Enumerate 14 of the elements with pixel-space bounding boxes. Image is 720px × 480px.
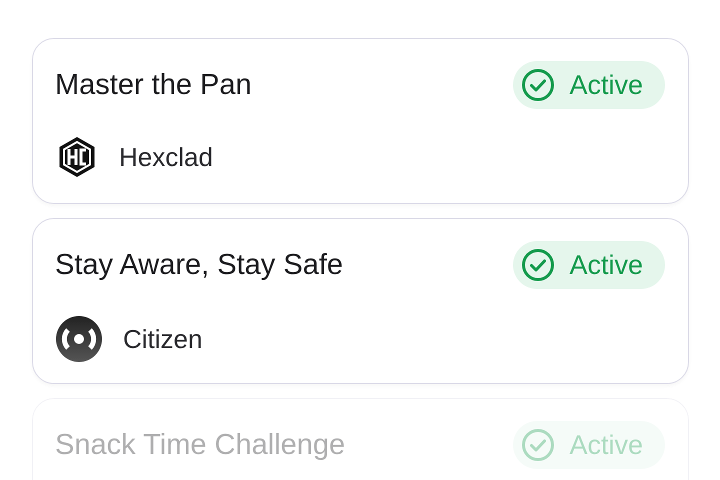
status-badge: Active (513, 61, 665, 109)
card-title: Stay Aware, Stay Safe (55, 248, 344, 282)
check-circle-icon (521, 248, 556, 282)
brand-name: Hexclad (119, 142, 213, 172)
circle-logo-icon (55, 315, 103, 363)
status-badge: Active (513, 421, 665, 469)
card-title: Snack Time Challenge (55, 428, 346, 462)
check-circle-icon (521, 428, 556, 462)
campaign-card[interactable]: Stay Aware, Stay Safe Active Citizen (32, 218, 689, 384)
check-circle-icon (521, 68, 556, 102)
status-badge: Active (513, 241, 665, 289)
brand-name: Citizen (123, 324, 202, 354)
campaign-card[interactable]: Master the Pan Active Hexclad (32, 38, 689, 204)
card-title: Master the Pan (55, 68, 252, 102)
